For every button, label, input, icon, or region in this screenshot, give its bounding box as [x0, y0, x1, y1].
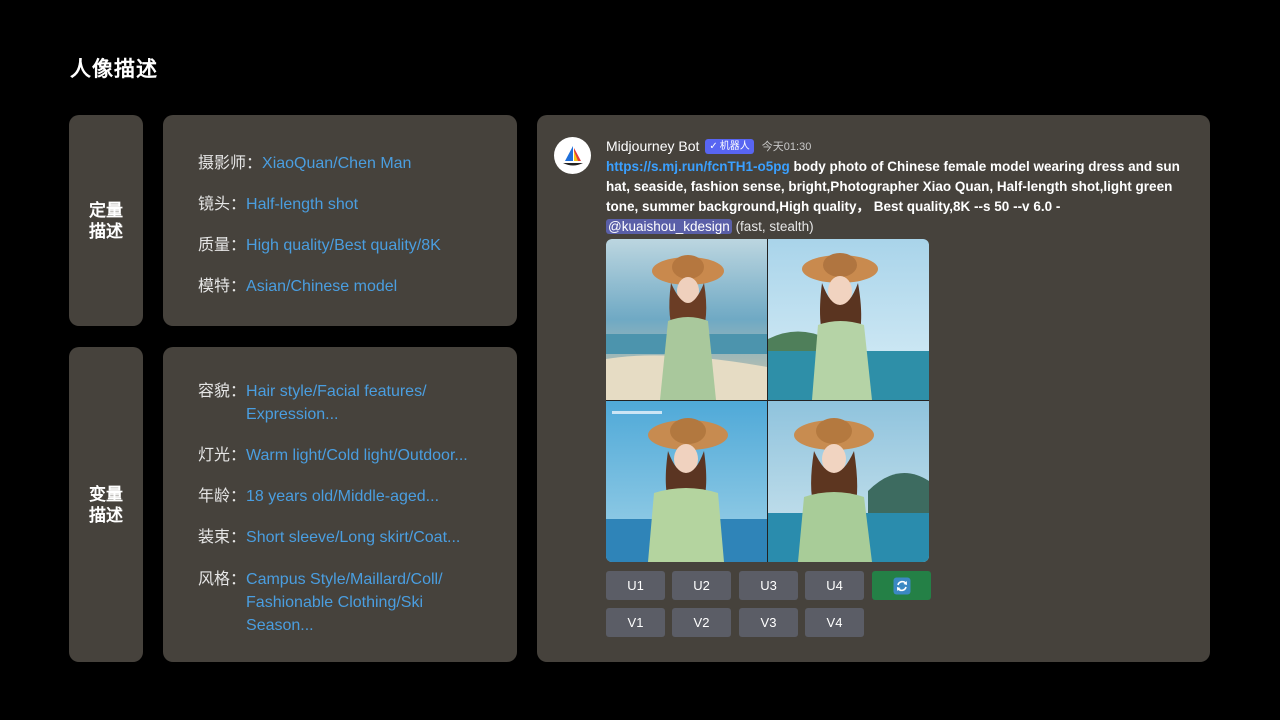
variable-row-age: 年龄： 18 years old/Middle-aged...	[198, 485, 439, 508]
row-value: Hair style/Facial features/ Expression..…	[246, 383, 427, 423]
row-value: Short sleeve/Long skirt/Coat...	[246, 529, 461, 546]
variable-row-outfit: 装束： Short sleeve/Long skirt/Coat...	[198, 526, 460, 549]
row-value: Asian/Chinese model	[246, 278, 398, 295]
variable-section-label: 变量 描述	[69, 347, 143, 662]
row-value: High quality/Best quality/8K	[246, 237, 441, 254]
generation-mode: (fast, stealth)	[735, 219, 814, 234]
upscale-button-3[interactable]: U3	[739, 571, 798, 600]
page-title: 人像描述	[70, 58, 158, 81]
generated-image-2[interactable]	[768, 239, 929, 400]
message-timestamp: 今天01:30	[761, 141, 812, 153]
upscale-button-1[interactable]: U1	[606, 571, 665, 600]
row-key: 质量：	[198, 237, 247, 254]
generated-image-grid[interactable]	[606, 239, 929, 562]
bot-badge: ✓ 机器人	[705, 138, 754, 154]
row-key: 摄影师：	[198, 155, 263, 172]
user-mention[interactable]: @kuaishou_kdesign	[606, 219, 732, 234]
message-content: https://s.mj.run/fcnTH1-o5pg body photo …	[606, 157, 1196, 237]
bot-avatar[interactable]	[554, 137, 591, 174]
bot-badge-label: 机器人	[719, 140, 750, 152]
fixed-section-panel: 摄影师： XiaoQuan/Chen Man 镜头： Half-length s…	[163, 115, 517, 326]
refresh-icon	[893, 577, 910, 594]
fixed-label-line1: 定量	[89, 200, 123, 220]
upscale-button-2[interactable]: U2	[672, 571, 731, 600]
row-key: 灯光：	[198, 447, 247, 464]
fixed-row-quality: 质量： High quality/Best quality/8K	[198, 234, 441, 257]
generated-image-3[interactable]	[606, 401, 767, 562]
prompt-link[interactable]: https://s.mj.run/fcnTH1-o5pg	[606, 159, 790, 174]
variation-button-2[interactable]: V2	[672, 608, 731, 637]
row-key: 风格：	[198, 571, 247, 588]
row-key: 年龄：	[198, 488, 247, 505]
fixed-section-label: 定量 描述	[69, 115, 143, 326]
generated-image-4[interactable]	[768, 401, 929, 562]
fixed-row-photographer: 摄影师： XiaoQuan/Chen Man	[198, 152, 411, 175]
row-value: Campus Style/Maillard/Coll/ Fashionable …	[246, 571, 443, 634]
generated-image-1[interactable]	[606, 239, 767, 400]
bot-name[interactable]: Midjourney Bot	[606, 138, 699, 154]
reroll-button[interactable]	[872, 571, 931, 600]
variable-row-lighting: 灯光： Warm light/Cold light/Outdoor...	[198, 444, 468, 467]
variable-label-line1: 变量	[89, 484, 123, 504]
variation-button-1[interactable]: V1	[606, 608, 665, 637]
sailboat-icon	[562, 145, 583, 165]
variable-section-panel: 容貌： Hair style/Facial features/ Expressi…	[163, 347, 517, 662]
variable-row-style: 风格： Campus Style/Maillard/Coll/ Fashiona…	[198, 568, 466, 637]
variation-button-4[interactable]: V4	[805, 608, 864, 637]
row-value: Half-length shot	[246, 196, 359, 213]
variable-label-line2: 描述	[89, 505, 123, 525]
row-key: 容貌：	[198, 383, 247, 400]
row-key: 镜头：	[198, 196, 247, 213]
fixed-row-lens: 镜头： Half-length shot	[198, 193, 358, 216]
row-value: 18 years old/Middle-aged...	[246, 488, 440, 505]
row-key: 模特：	[198, 278, 247, 295]
row-key: 装束：	[198, 529, 247, 546]
fixed-label-line2: 描述	[89, 221, 123, 241]
variation-button-3[interactable]: V3	[739, 608, 798, 637]
fixed-row-model: 模特： Asian/Chinese model	[198, 275, 397, 298]
row-value: Warm light/Cold light/Outdoor...	[246, 447, 468, 464]
check-icon: ✓	[709, 140, 718, 152]
upscale-button-4[interactable]: U4	[805, 571, 864, 600]
row-value: XiaoQuan/Chen Man	[262, 155, 412, 172]
variable-row-appearance: 容貌： Hair style/Facial features/ Expressi…	[198, 380, 456, 426]
message-header: Midjourney Bot ✓ 机器人 今天01:30	[606, 138, 811, 154]
